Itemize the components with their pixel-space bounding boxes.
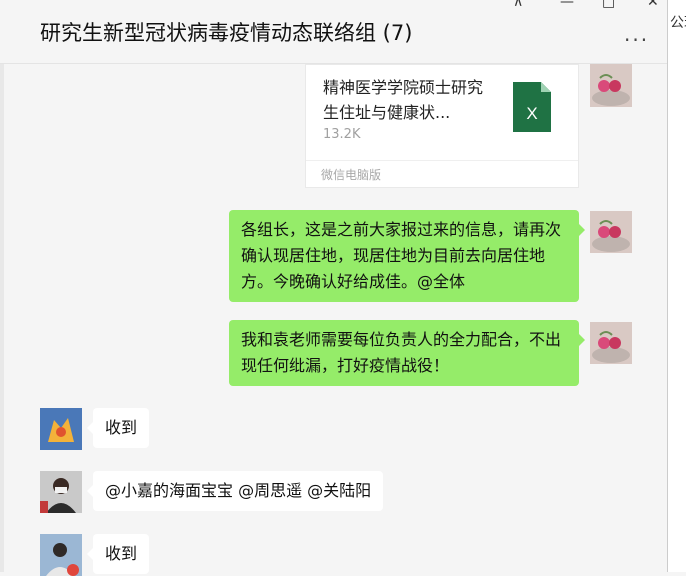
received-message-bubble[interactable]: @小嘉的海面宝宝 @周思遥 @关陆阳 <box>86 471 384 511</box>
my-avatar[interactable] <box>590 322 632 364</box>
my-avatar[interactable] <box>590 211 632 253</box>
file-message-card[interactable]: 精神医学学院硕士研究生住址与健康状... 13.2K X 微信电脑版 <box>305 64 579 188</box>
chat-header: 研究生新型冠状病毒疫情动态联络组 (7) ... ⊼ — □ ✕ <box>0 0 686 64</box>
file-name: 精神医学学院硕士研究生住址与健康状... <box>323 78 484 122</box>
background-window-edge: 公现 <box>667 0 686 572</box>
file-source-label: 微信电脑版 <box>321 168 382 182</box>
file-size: 13.2K <box>323 127 361 142</box>
contact-avatar[interactable] <box>40 534 82 576</box>
sent-message-bubble[interactable]: 我和袁老师需要每位负责人的全力配合，不出现任何纰漏，打好疫情战役！ <box>229 320 585 386</box>
received-message-bubble[interactable]: 收到 <box>86 408 150 448</box>
excel-file-icon: X <box>513 82 551 132</box>
file-card-divider <box>306 160 578 161</box>
background-window-text: 公现 <box>670 15 686 31</box>
received-message-bubble[interactable]: 收到 <box>86 534 150 574</box>
left-window-edge <box>0 64 4 572</box>
pin-icon[interactable]: ⊼ <box>513 0 523 10</box>
contact-avatar[interactable] <box>40 471 82 513</box>
my-avatar[interactable] <box>590 64 632 107</box>
minimize-button[interactable]: — <box>560 0 574 10</box>
close-button[interactable]: ✕ <box>647 0 659 10</box>
sent-message-bubble[interactable]: 各组长，这是之前大家报过来的信息，请再次确认现居住地，现居住地为目前去向居住地方… <box>229 210 585 302</box>
maximize-button[interactable]: □ <box>602 0 615 10</box>
chat-title: 研究生新型冠状病毒疫情动态联络组 (7) <box>40 21 413 45</box>
contact-avatar[interactable] <box>40 408 82 450</box>
excel-letter: X <box>526 104 537 123</box>
more-options-button[interactable]: ... <box>624 22 649 46</box>
